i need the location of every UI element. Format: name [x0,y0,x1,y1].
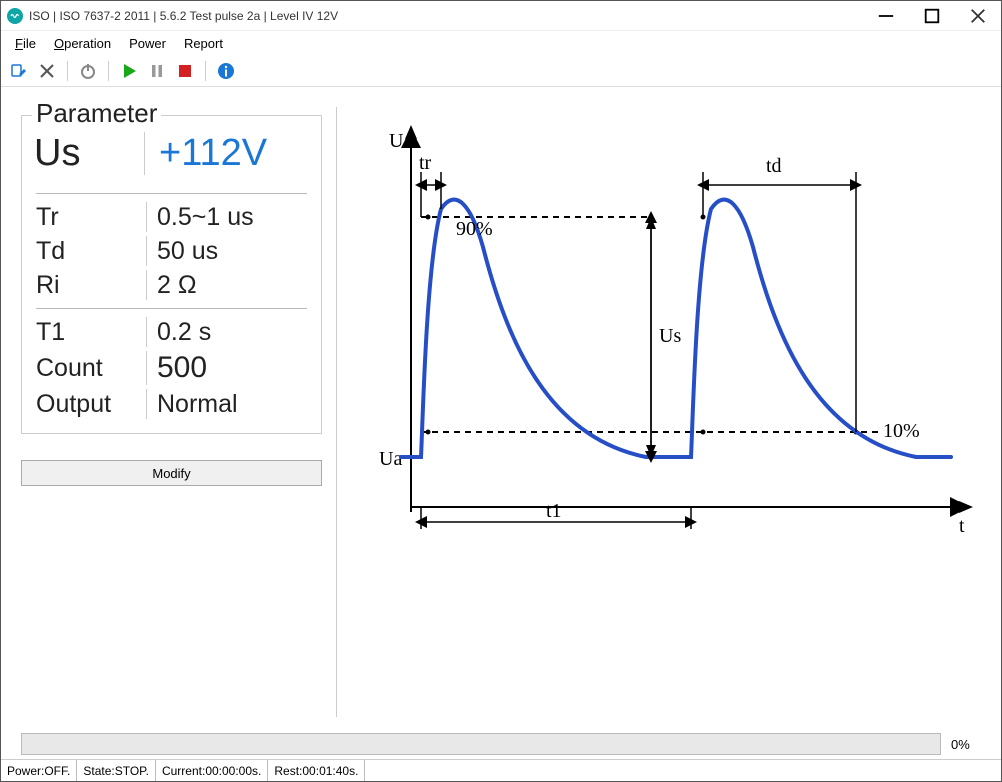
play-button[interactable] [117,59,141,83]
us-arrow-label: Us [659,325,681,347]
param-value: Normal [146,389,238,419]
param-row-td: Td 50 us [22,234,321,268]
param-value: 0.5~1 us [146,202,254,232]
toolbar-sep [67,61,68,81]
x-axis-label: t [959,515,965,537]
param-row-output: Output Normal [22,387,321,421]
toolbar-sep [108,61,109,81]
waveform-chart: U t Ua tr td [361,117,981,557]
app-icon [7,8,23,24]
menubar: File Operation Power Report [1,31,1001,55]
titlebar: ISO | ISO 7637-2 2011 | 5.6.2 Test pulse… [1,1,1001,31]
td-label: td [766,155,782,177]
y-axis-label: U [389,130,404,152]
status-state: State:STOP. [77,760,156,781]
window-title: ISO | ISO 7637-2 2011 | 5.6.2 Test pulse… [29,9,863,23]
pause-button[interactable] [145,59,169,83]
progress-percent: 0% [951,737,991,752]
us-value: +112V [144,132,267,175]
param-value: 50 us [146,236,218,266]
power-button[interactable] [76,59,100,83]
chart-panel: U t Ua tr td [351,107,991,717]
param-row-t1: T1 0.2 s [22,315,321,349]
statusbar: Power:OFF. State:STOP. Current:00:00:00s… [1,759,1001,781]
param-label: Ri [36,271,146,300]
param-label: Count [36,354,146,383]
cancel-button[interactable] [35,59,59,83]
menu-operation[interactable]: Operation [46,34,119,53]
edit-button[interactable] [7,59,31,83]
param-label: T1 [36,318,146,347]
status-power: Power:OFF. [1,760,77,781]
tr-label: tr [419,152,432,174]
parameter-panel: Parameter Us +112V Tr 0.5~1 us Td 50 us … [21,107,322,717]
progress-row: 0% [1,727,1001,759]
modify-button[interactable]: Modify [21,460,322,486]
minimize-button[interactable] [863,1,909,31]
param-row-count: Count 500 [22,349,321,387]
menu-power[interactable]: Power [121,34,174,53]
param-divider [36,193,307,194]
parameter-group: Parameter Us +112V Tr 0.5~1 us Td 50 us … [21,115,322,434]
toolbar-sep [205,61,206,81]
menu-file[interactable]: File [7,34,44,53]
status-rest: Rest:00:01:40s. [268,760,365,781]
parameter-legend: Parameter [32,98,161,129]
content-area: Parameter Us +112V Tr 0.5~1 us Td 50 us … [1,87,1001,727]
maximize-button[interactable] [909,1,955,31]
t1-label: t1 [546,500,562,522]
pct10-label: 10% [883,420,920,442]
us-row: Us +112V [22,126,321,187]
ua-label: Ua [379,448,402,470]
close-button[interactable] [955,1,1001,31]
param-label: Output [36,390,146,419]
param-row-tr: Tr 0.5~1 us [22,200,321,234]
pct90-label: 90% [456,218,493,240]
param-value: 2 Ω [146,270,197,300]
param-row-ri: Ri 2 Ω [22,268,321,302]
status-current: Current:00:00:00s. [156,760,268,781]
vertical-divider [336,107,337,717]
us-label: Us [34,132,144,175]
progress-bar [21,733,941,755]
param-label: Tr [36,203,146,232]
param-label: Td [36,237,146,266]
menu-report[interactable]: Report [176,34,231,53]
param-value: 500 [146,351,207,385]
param-divider [36,308,307,309]
info-button[interactable] [214,59,238,83]
param-value: 0.2 s [146,317,211,347]
stop-button[interactable] [173,59,197,83]
toolbar [1,55,1001,87]
